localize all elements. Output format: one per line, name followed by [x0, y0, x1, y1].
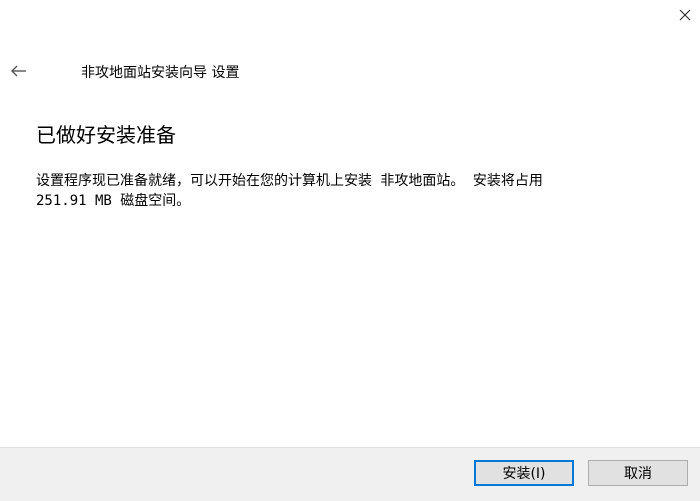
- wizard-title: 非攻地面站安装向导 设置: [81, 65, 240, 81]
- cancel-button[interactable]: 取消: [588, 460, 688, 486]
- button-bar: 安装(I) 取消: [0, 447, 700, 501]
- close-icon: [679, 9, 691, 21]
- install-button[interactable]: 安装(I): [474, 460, 574, 486]
- description-line-2: 251.91 MB 磁盘空间。: [36, 193, 191, 209]
- description-text: 设置程序现已准备就绪，可以开始在您的计算机上安装 非攻地面站。 安装将占用 25…: [36, 171, 676, 211]
- installer-window: 非攻地面站安装向导 设置 已做好安装准备 设置程序现已准备就绪，可以开始在您的计…: [0, 0, 700, 501]
- description-line-1: 设置程序现已准备就绪，可以开始在您的计算机上安装 非攻地面站。 安装将占用: [36, 173, 543, 189]
- back-button[interactable]: [6, 58, 32, 84]
- back-arrow-icon: [11, 65, 26, 77]
- page-heading: 已做好安装准备: [36, 123, 176, 147]
- close-button[interactable]: [672, 2, 698, 28]
